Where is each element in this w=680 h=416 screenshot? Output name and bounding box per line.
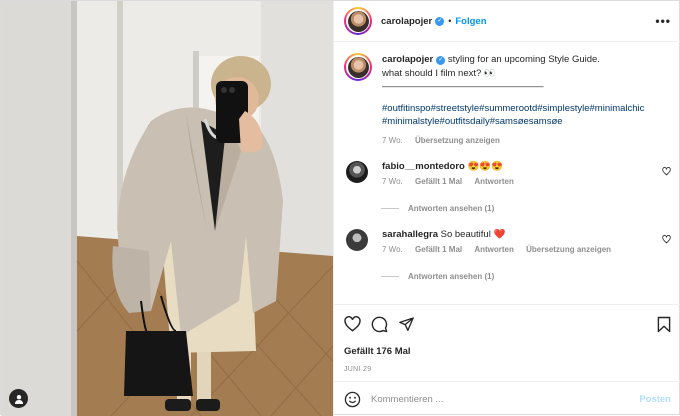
post-header: carolapojer ✓ • Folgen ••• [334,1,680,42]
heart-icon[interactable] [344,316,361,332]
comment-text: 😍😍😍 [464,161,504,172]
caption-username[interactable]: carolapojer [382,54,433,65]
caption: carolapojer ✓ styling for an upcoming Sty… [344,53,671,147]
caption-text-line1: styling for an upcoming Style Guide. [445,54,600,65]
post-date[interactable]: JUNI 29 [344,366,671,373]
bookmark-icon[interactable] [657,316,671,333]
comment-icon[interactable] [371,316,388,333]
share-icon[interactable] [398,316,415,332]
view-replies-button[interactable]: Antworten ansehen (1) [381,204,671,213]
comment-likes[interactable]: Gefällt 1 Mal [415,245,462,254]
commenter-avatar[interactable] [346,229,368,251]
view-replies-label: Antworten ansehen (1) [408,272,495,281]
user-tag-icon[interactable] [9,389,28,408]
more-options-icon[interactable]: ••• [655,14,671,28]
comment-item: sarahallegra So beautiful ❤️ 7 Wo. Gefäl… [344,229,671,254]
comment-username[interactable]: sarahallegra [382,229,438,240]
caption-age: 7 Wo. [382,135,403,145]
post-photo[interactable] [1,1,333,416]
separator-dot: • [448,16,452,26]
comment-item: fabio__montedoro 😍😍😍 7 Wo. Gefällt 1 Mal… [344,161,671,186]
comment-like-heart-icon[interactable] [662,167,671,176]
post-actions: Gefällt 176 Mal JUNI 29 [334,304,680,373]
comment-composer: Posten [334,381,680,416]
comment-likes[interactable]: Gefällt 1 Mal [415,177,462,186]
verified-badge-icon: ✓ [436,56,446,65]
emoji-icon[interactable] [344,391,361,408]
reply-button[interactable]: Antworten [474,177,514,186]
caption-divider: ————————————————— [382,81,544,92]
view-replies-label: Antworten ansehen (1) [408,204,495,213]
author-avatar[interactable] [344,7,372,35]
comment-input[interactable] [371,393,640,405]
caption-text-line2: what should I film next? 👀 [382,67,496,79]
caption-avatar[interactable] [344,53,372,81]
comment-text: So beautiful ❤️ [437,229,506,240]
author-username[interactable]: carolapojer [381,16,432,27]
translate-link[interactable]: Übersetzung anzeigen [415,136,500,145]
comment-like-heart-icon[interactable] [662,235,671,244]
follow-button[interactable]: Folgen [455,16,486,27]
comment-age: 7 Wo. [382,177,403,186]
comment-age: 7 Wo. [382,245,403,254]
post-comment-button[interactable]: Posten [639,394,671,405]
comments-list[interactable]: carolapojer ✓ styling for an upcoming Sty… [334,43,680,304]
mirror-selfie-image [1,1,333,416]
caption-hashtags[interactable]: #outfitinspo#streetstyle#summerootd#simp… [382,102,657,129]
comment-username[interactable]: fabio__montedoro [382,161,465,172]
view-replies-button[interactable]: Antworten ansehen (1) [381,272,671,281]
reply-button[interactable]: Antworten [474,245,514,254]
verified-badge-icon: ✓ [435,16,445,26]
likes-count[interactable]: Gefällt 176 Mal [344,346,671,357]
translate-link[interactable]: Übersetzung anzeigen [526,245,611,254]
post-side-panel: carolapojer ✓ • Folgen ••• carolapojer ✓ … [333,1,680,416]
instagram-post-frame: carolapojer ✓ • Folgen ••• carolapojer ✓ … [0,0,680,416]
commenter-avatar[interactable] [346,161,368,183]
